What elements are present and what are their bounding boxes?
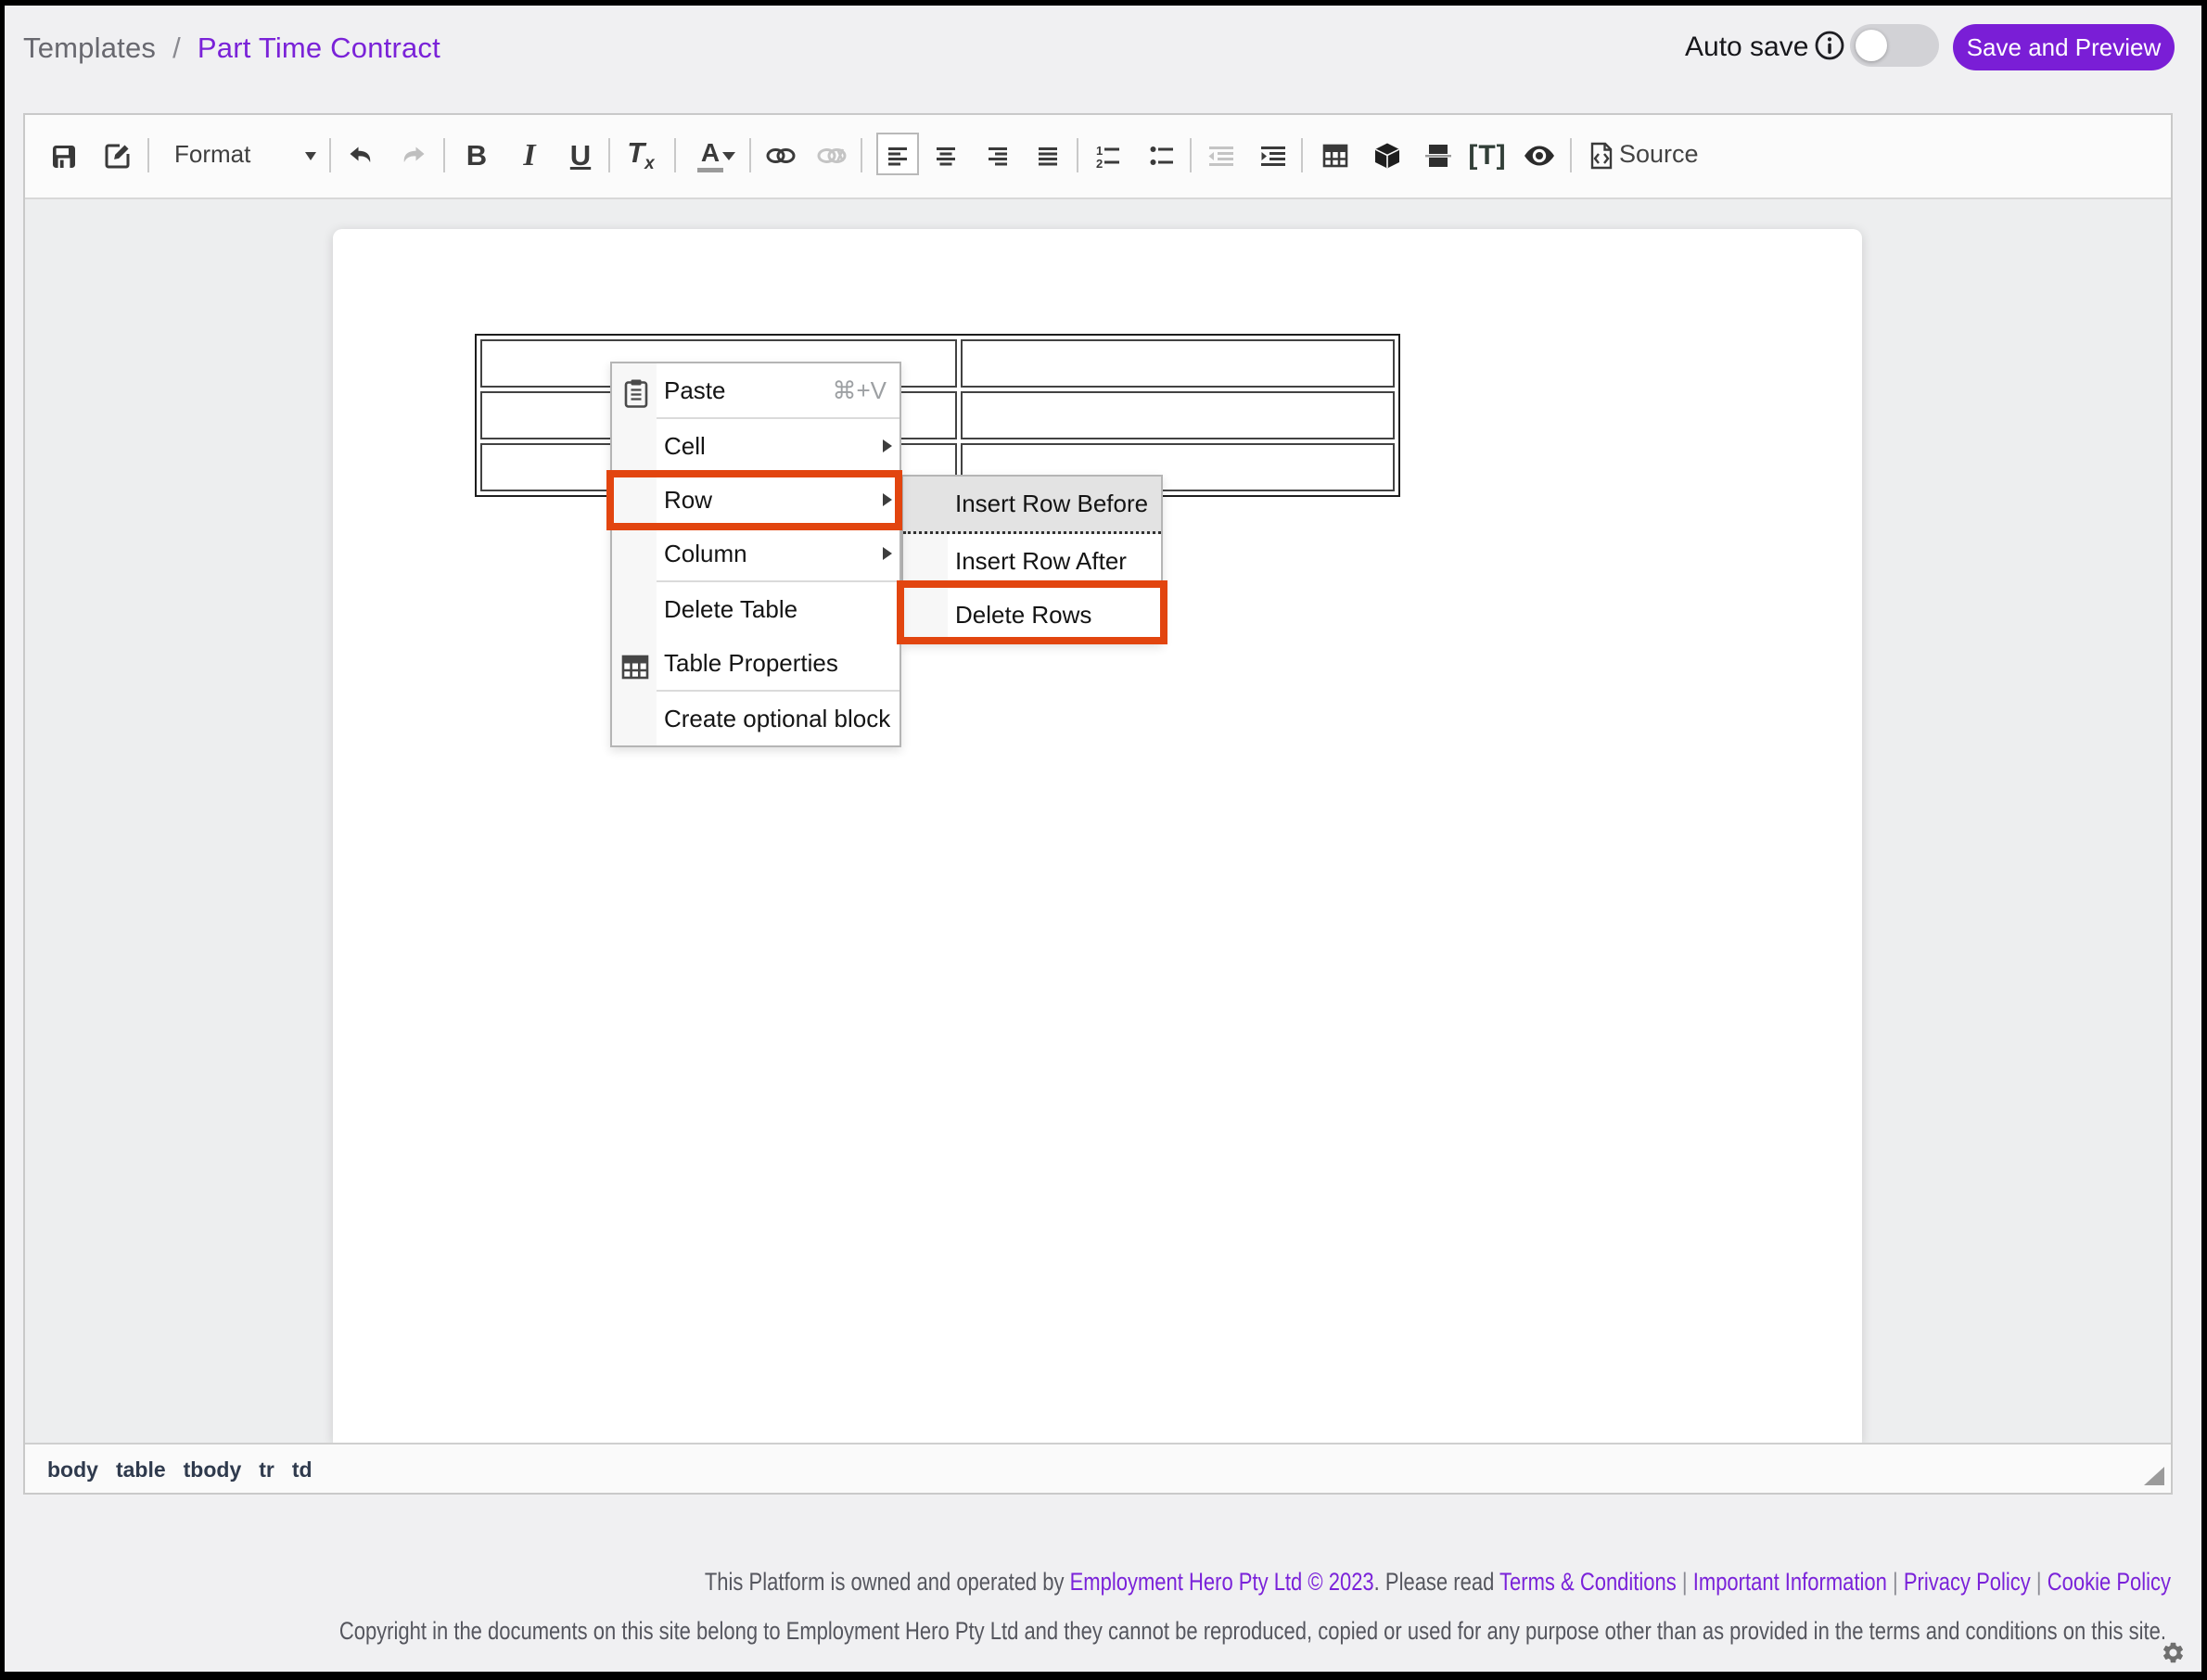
svg-text:1: 1: [1096, 144, 1103, 158]
svg-text:2: 2: [1096, 157, 1103, 171]
